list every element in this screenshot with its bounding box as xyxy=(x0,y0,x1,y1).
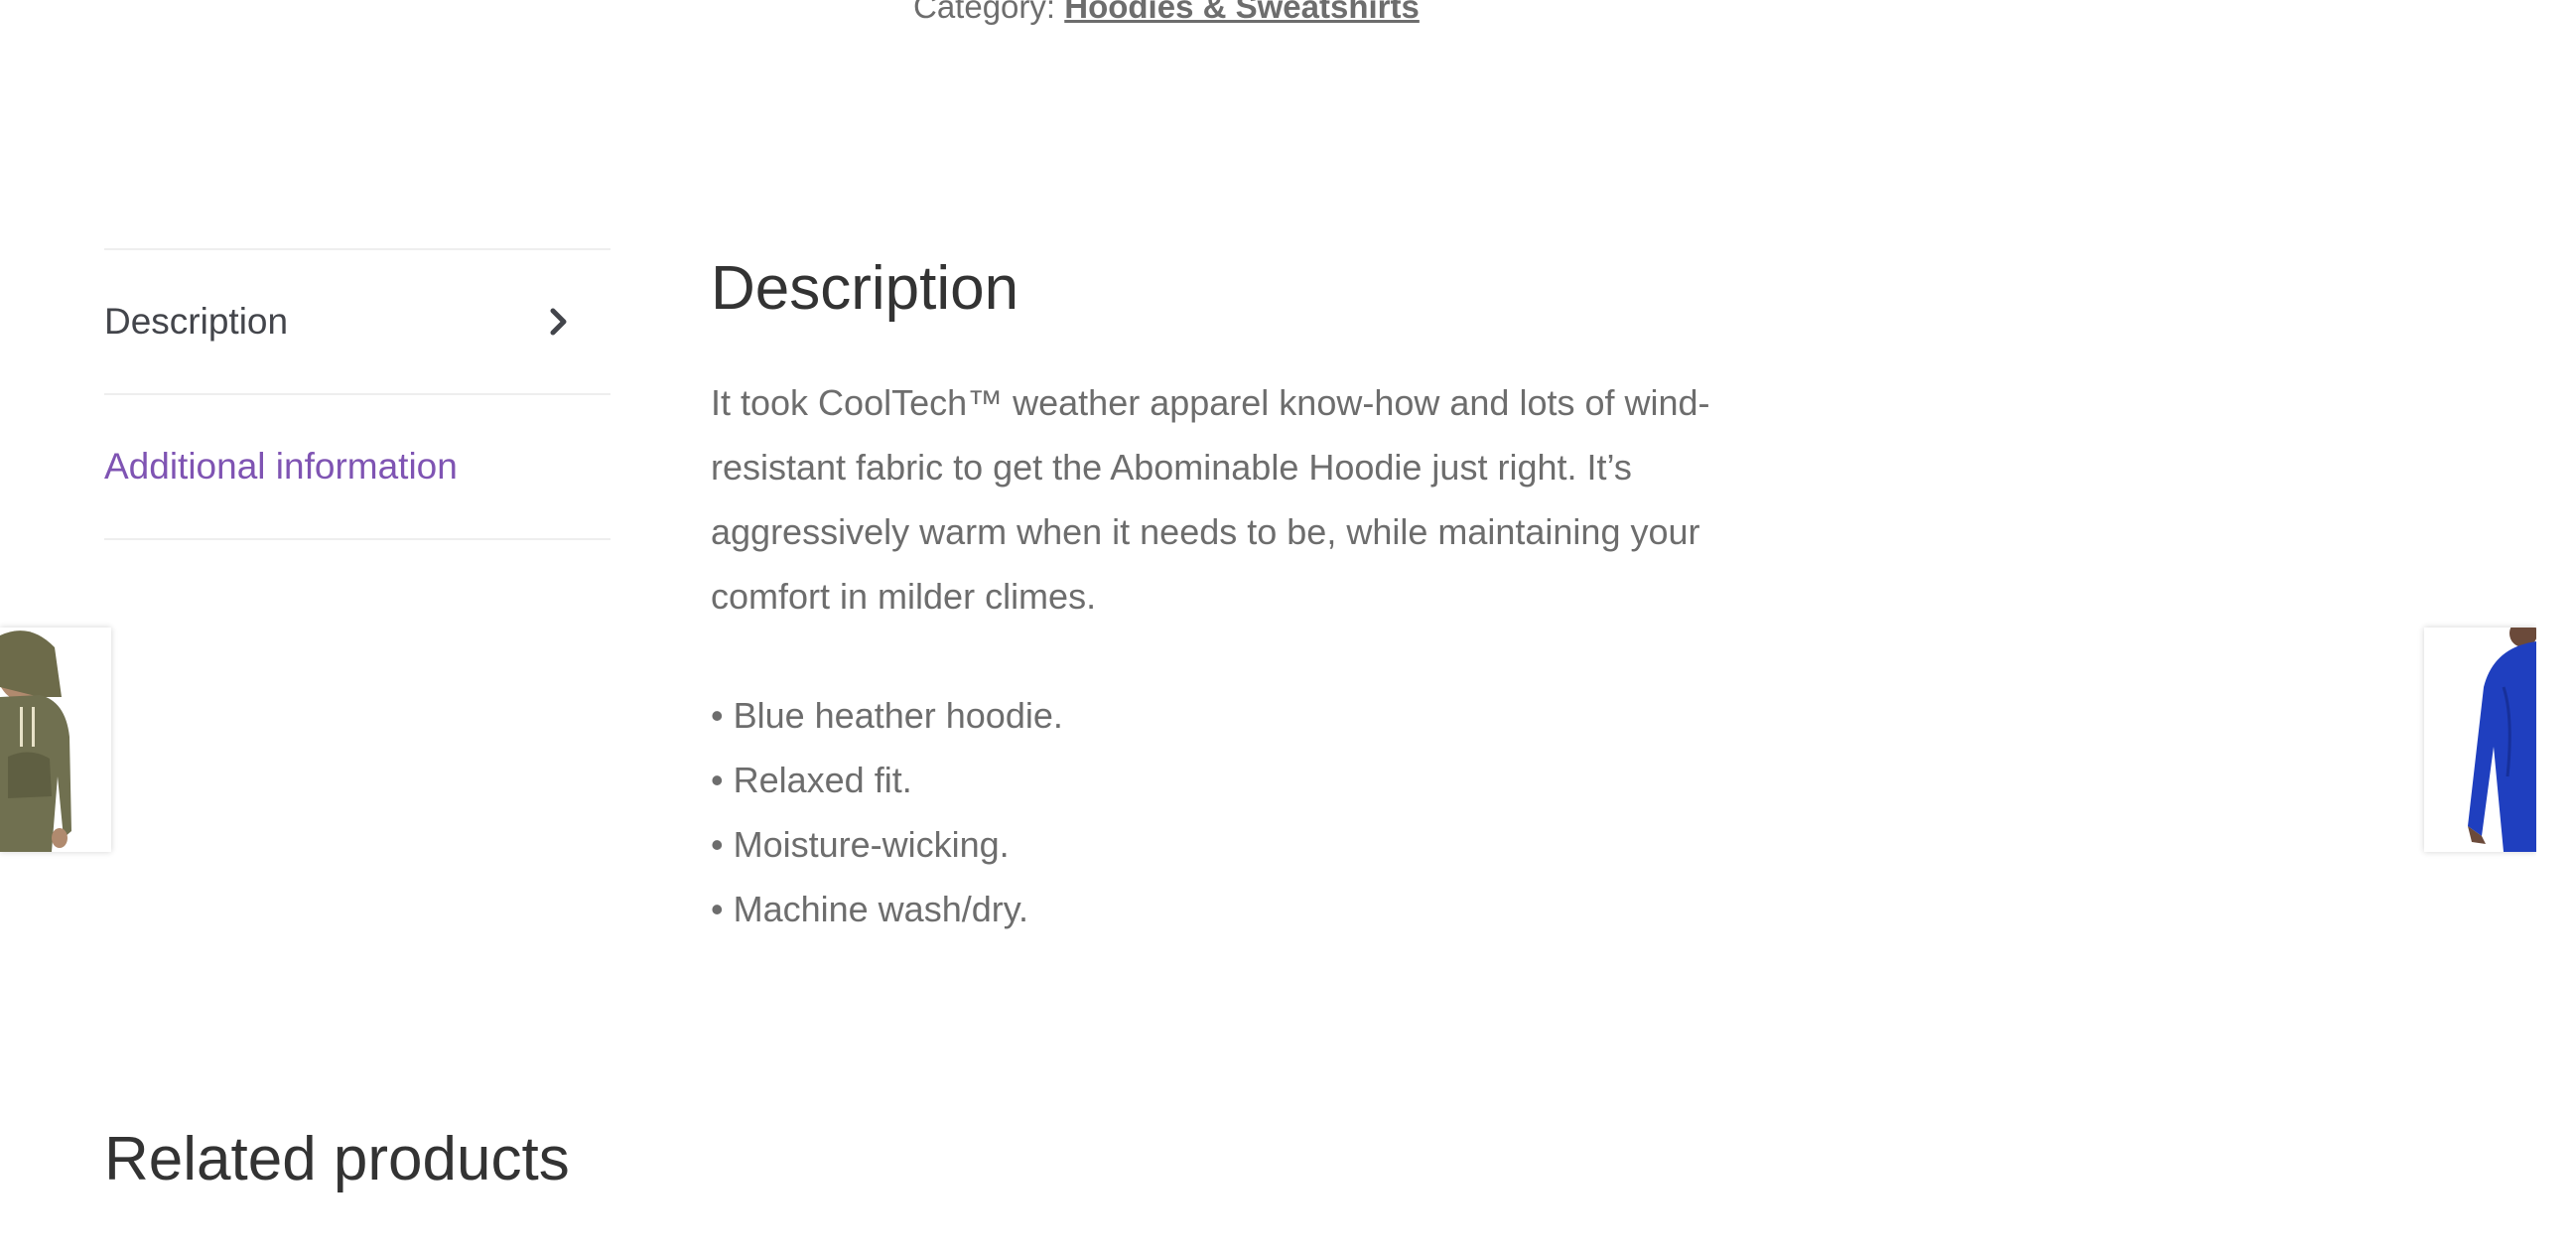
tab-description[interactable]: Description xyxy=(104,250,610,395)
feature-item: • Relaxed fit. xyxy=(711,760,912,800)
tab-additional-information[interactable]: Additional information xyxy=(104,395,610,540)
feature-list: • Blue heather hoodie. • Relaxed fit. • … xyxy=(711,683,1783,941)
category-label: Category: xyxy=(913,0,1056,25)
olive-hoodie-image xyxy=(0,628,111,852)
description-panel: Description It took CoolTech™ weather ap… xyxy=(711,246,1783,941)
related-products-heading: Related products xyxy=(104,1125,570,1193)
feature-item: • Moisture-wicking. xyxy=(711,824,1010,865)
chevron-right-icon xyxy=(539,302,579,342)
tab-additional-information-label: Additional information xyxy=(104,446,458,487)
feature-item: • Machine wash/dry. xyxy=(711,889,1029,929)
previous-product-thumbnail[interactable] xyxy=(0,628,111,852)
feature-item: • Blue heather hoodie. xyxy=(711,695,1063,736)
blue-sweater-image xyxy=(2424,628,2536,852)
tab-description-label: Description xyxy=(104,301,289,342)
description-text: It took CoolTech™ weather apparel know-h… xyxy=(711,382,1710,617)
category-link[interactable]: Hoodies & Sweatshirts xyxy=(1064,0,1420,25)
description-heading: Description xyxy=(711,254,1019,323)
product-tabs: Description Additional information xyxy=(104,248,610,540)
product-category: Category: Hoodies & Sweatshirts xyxy=(913,0,1420,26)
product-page: Category: Hoodies & Sweatshirts Descript… xyxy=(0,0,2536,1259)
next-product-thumbnail[interactable] xyxy=(2424,628,2536,852)
